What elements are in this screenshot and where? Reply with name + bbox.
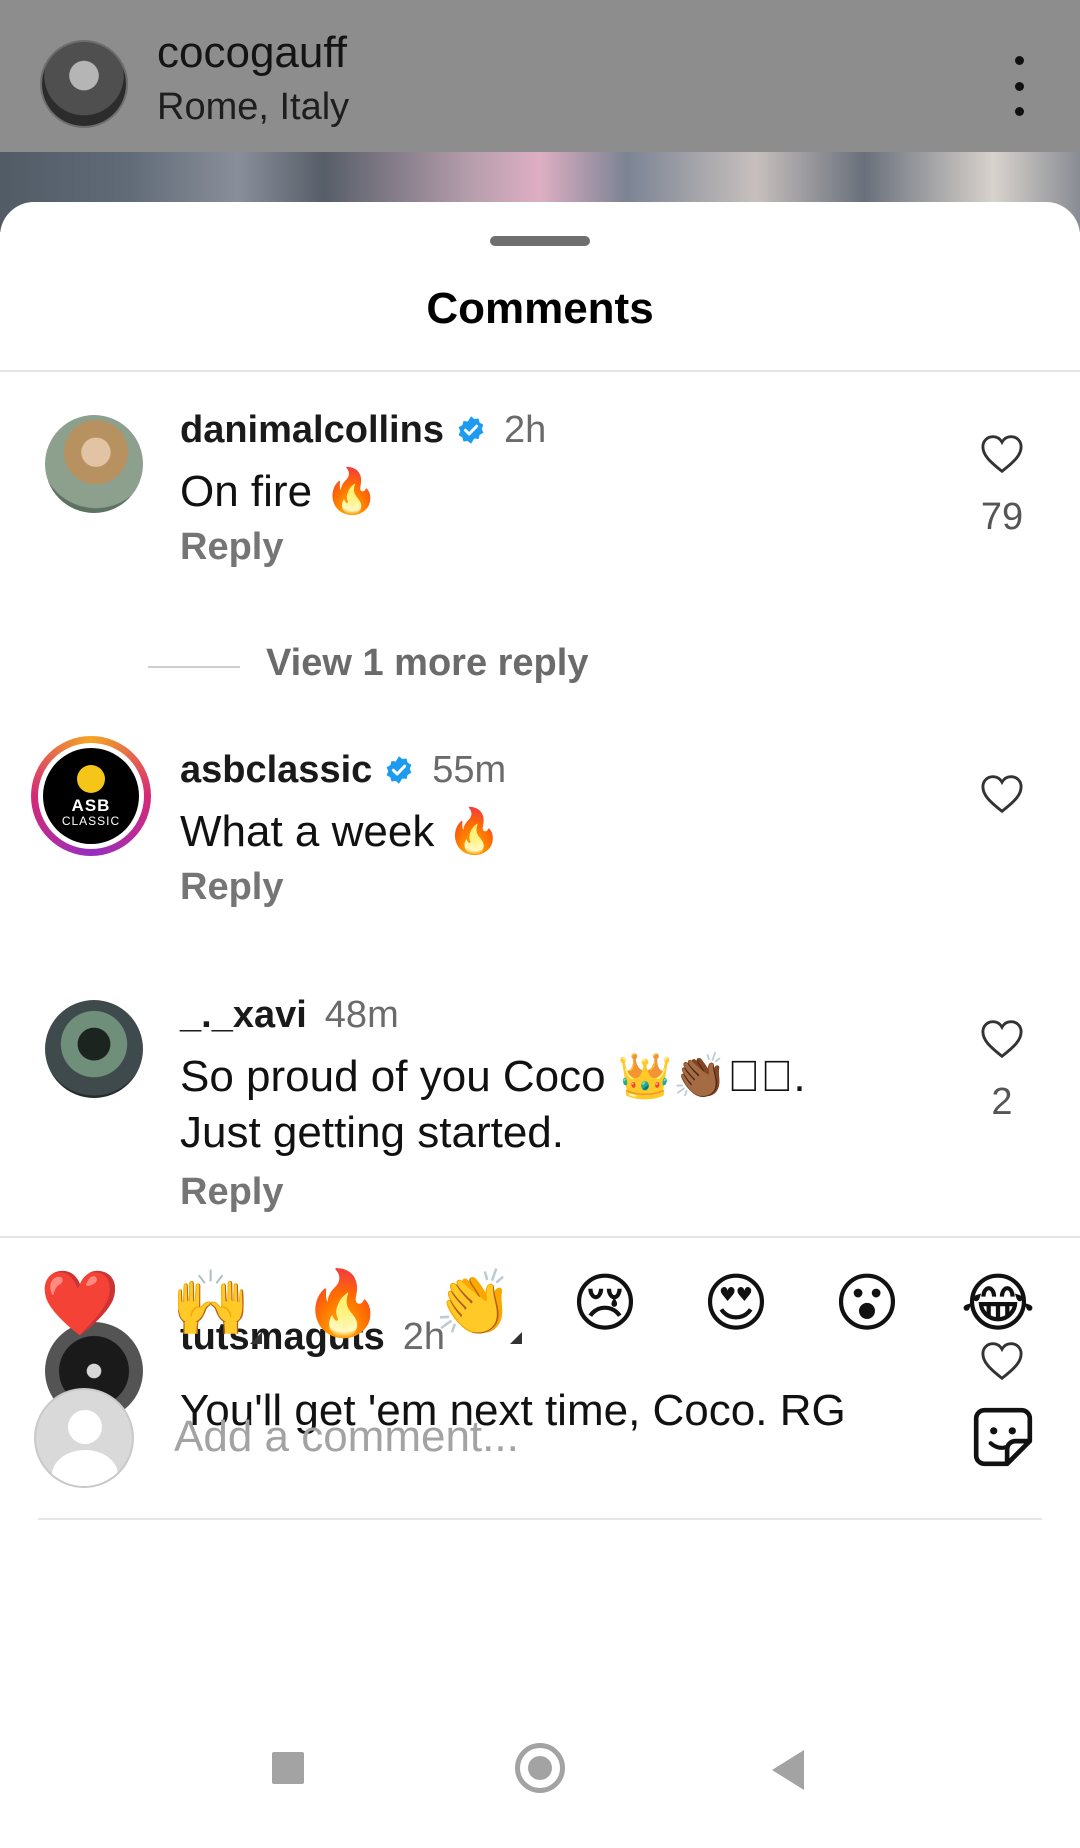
- comment-input[interactable]: [172, 1404, 796, 1470]
- reply-button[interactable]: Reply: [180, 866, 283, 909]
- comment-text: So proud of you Coco 👑👏🏾▯🏽. Just getting…: [180, 1052, 806, 1157]
- like-count: 79: [980, 496, 1024, 538]
- comment-username[interactable]: _._xavi: [180, 994, 307, 1036]
- skin-tone-caret: [250, 1332, 262, 1344]
- like-count: 2: [991, 1081, 1013, 1123]
- like-column: 79: [962, 434, 1042, 539]
- post-location[interactable]: Rome, Italy: [157, 86, 349, 129]
- divider: [38, 1518, 1042, 1520]
- like-column: 2: [962, 1019, 1042, 1124]
- comment-username[interactable]: danimalcollins: [180, 409, 444, 451]
- comments-sheet: Comments danimalcollins 2h On fire 🔥 Repl…: [0, 202, 1080, 1848]
- reaction-laughing[interactable]: 😂: [948, 1264, 1048, 1344]
- heart-outline-icon[interactable]: [980, 1019, 1024, 1059]
- reaction-raising-hands[interactable]: 🙌: [161, 1264, 261, 1344]
- verified-badge-icon: [386, 756, 412, 784]
- comment-text: What a week 🔥: [180, 807, 502, 856]
- comment-header: danimalcollins 2h: [180, 409, 546, 452]
- heart-outline-icon[interactable]: [980, 434, 1024, 474]
- more-vertical-icon[interactable]: [1006, 56, 1032, 116]
- avatar[interactable]: [45, 1000, 143, 1098]
- avatar[interactable]: ASB CLASSIC: [43, 748, 139, 844]
- heart-outline-icon[interactable]: [980, 774, 1024, 814]
- sheet-title: Comments: [426, 284, 654, 333]
- avatar-logo-subtext: CLASSIC: [61, 813, 121, 828]
- comment-time: 48m: [324, 994, 399, 1036]
- comment-header: _._xavi 48m: [180, 994, 399, 1037]
- current-user-avatar: [34, 1388, 134, 1488]
- reply-button[interactable]: Reply: [180, 526, 283, 569]
- sticker-icon[interactable]: [970, 1404, 1036, 1470]
- reaction-surprised[interactable]: 😮: [817, 1264, 917, 1344]
- comment-username[interactable]: asbclassic: [180, 749, 372, 791]
- post-header: cocogauff Rome, Italy: [0, 0, 1080, 152]
- reaction-heart[interactable]: ❤️: [30, 1264, 130, 1344]
- recents-button[interactable]: [272, 1752, 304, 1784]
- reply-thread-line: [148, 666, 240, 668]
- back-button[interactable]: [772, 1750, 804, 1790]
- comment-text: On fire 🔥: [180, 467, 380, 516]
- avatar-logo-text: ASB: [71, 795, 111, 815]
- comment-time: 2h: [503, 409, 547, 451]
- quick-reactions: ❤️ 🙌 🔥 👏 😢 😍 😮 😂: [0, 1264, 1080, 1354]
- comment-header: asbclassic 55m: [180, 749, 506, 792]
- view-more-replies-label[interactable]: View 1 more reply: [266, 642, 588, 685]
- avatar[interactable]: [45, 415, 143, 513]
- verified-badge-icon: [458, 416, 484, 444]
- drag-handle[interactable]: [490, 236, 590, 246]
- skin-tone-caret: [510, 1332, 522, 1344]
- comment-time: 55m: [432, 749, 507, 791]
- reaction-clap[interactable]: 👏: [424, 1264, 524, 1344]
- divider: [0, 1236, 1080, 1238]
- post-author-avatar[interactable]: [40, 40, 128, 128]
- reply-button[interactable]: Reply: [180, 1171, 283, 1214]
- reaction-sad[interactable]: 😢: [555, 1264, 655, 1344]
- home-button[interactable]: [515, 1743, 565, 1793]
- reaction-fire[interactable]: 🔥: [293, 1264, 393, 1344]
- reaction-heart-eyes[interactable]: 😍: [686, 1264, 786, 1344]
- post-username[interactable]: cocogauff: [157, 28, 347, 78]
- tennis-ball-icon: [77, 764, 105, 793]
- like-column: [962, 774, 1042, 814]
